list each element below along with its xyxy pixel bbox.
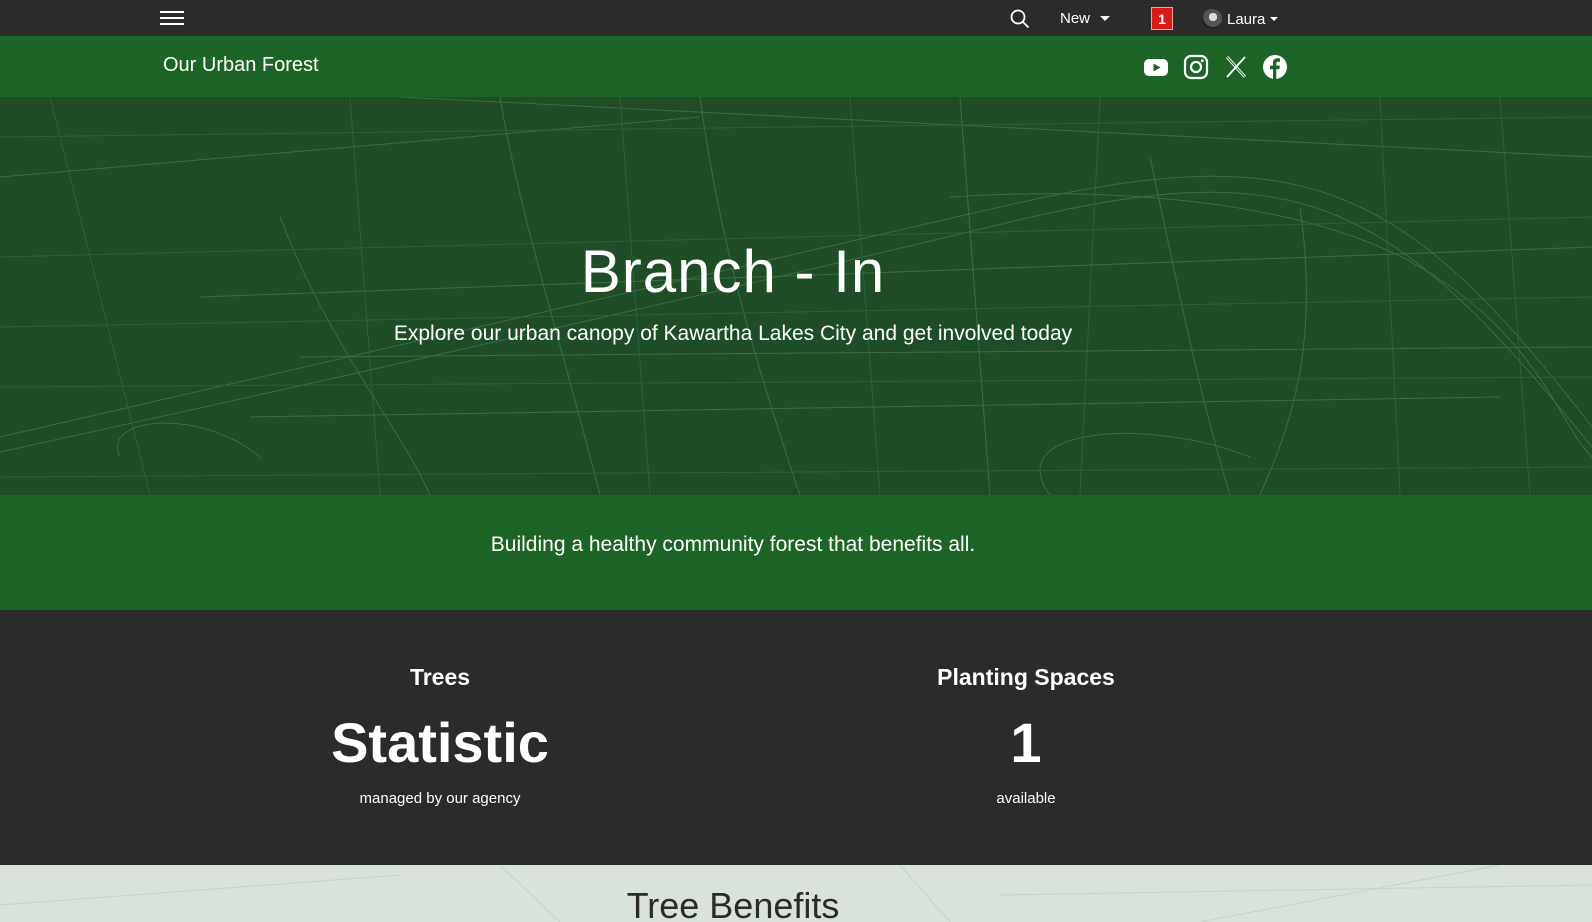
stat-note: available — [996, 790, 1056, 807]
chevron-down-icon — [1100, 15, 1111, 21]
tree-benefits-section: Tree Benefits — [0, 865, 1592, 922]
avatar — [1202, 9, 1222, 29]
site-header: Our Urban Forest — [0, 36, 1592, 97]
section-title: Tree Benefits — [626, 885, 840, 922]
top-navigation-bar: New 1 Laura — [0, 0, 1592, 36]
youtube-icon[interactable] — [1143, 54, 1169, 80]
x-icon[interactable] — [1223, 54, 1249, 80]
new-button-label: New — [1060, 9, 1091, 27]
hero-subtitle: Explore our urban canopy of Kawartha Lak… — [393, 322, 1073, 345]
new-dropdown-button[interactable]: New — [1060, 8, 1111, 28]
hamburger-menu-icon[interactable] — [160, 7, 184, 29]
user-name: Laura — [1227, 10, 1266, 28]
hero-banner: Branch - In Explore our urban canopy of … — [0, 97, 1592, 495]
site-title-link[interactable]: Our Urban Forest — [163, 54, 319, 77]
user-menu[interactable]: Laura — [1202, 8, 1279, 30]
stat-label: Planting Spaces — [937, 664, 1115, 690]
tagline-text: Building a healthy community forest that… — [490, 533, 976, 556]
search-icon[interactable] — [1010, 9, 1030, 29]
instagram-icon[interactable] — [1183, 54, 1209, 80]
tagline-band: Building a healthy community forest that… — [0, 495, 1592, 610]
statistics-section: Trees Statistic managed by our agency Pl… — [0, 610, 1592, 865]
facebook-icon[interactable] — [1262, 54, 1288, 80]
stat-value: 1 — [1010, 711, 1042, 774]
hero-title: Branch - In — [580, 238, 886, 305]
stat-value: Statistic — [331, 711, 549, 774]
notification-badge[interactable]: 1 — [1151, 7, 1173, 30]
chevron-down-icon — [1270, 17, 1279, 21]
stat-note: managed by our agency — [359, 790, 521, 807]
stat-label: Trees — [409, 664, 471, 690]
